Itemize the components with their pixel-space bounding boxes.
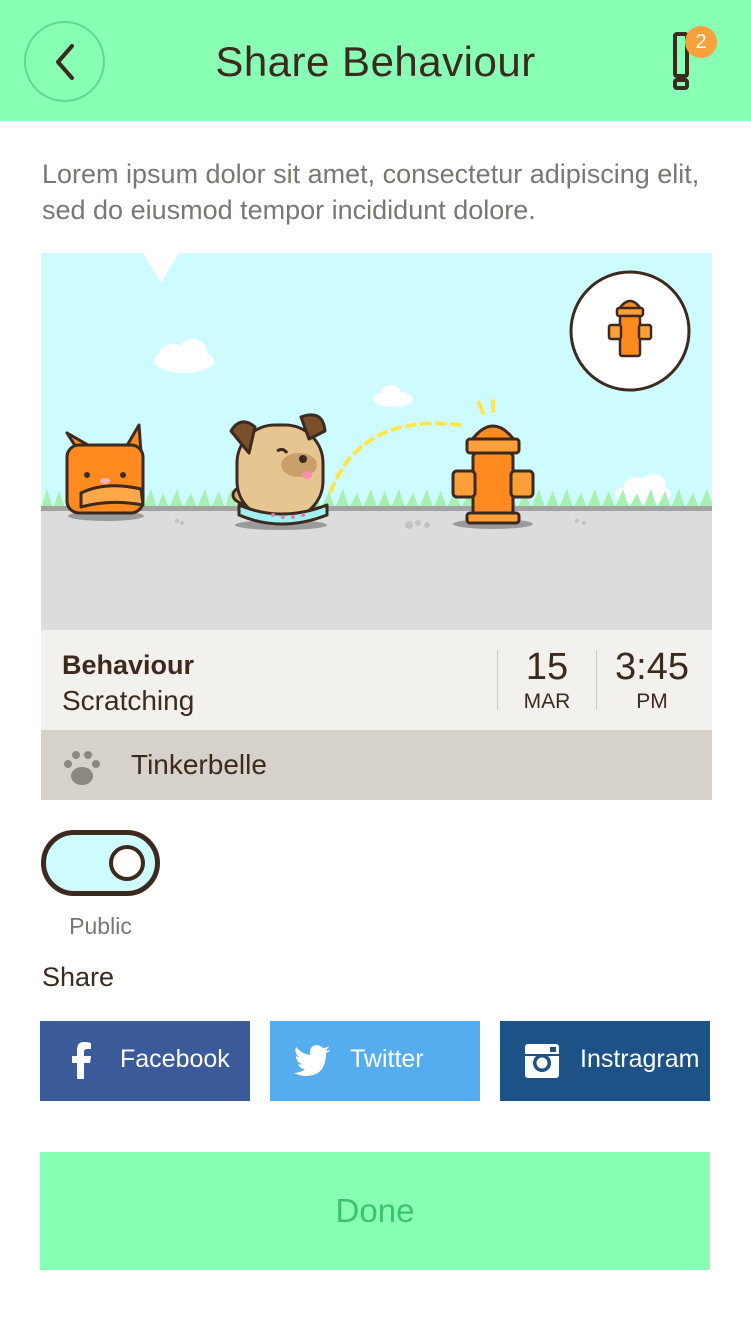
public-label: Public xyxy=(69,913,132,939)
divider xyxy=(497,650,498,710)
instagram-share-button[interactable]: Instragram xyxy=(500,1021,710,1101)
behaviour-info: Behaviour Scratching 15 MAR 3:45 PM xyxy=(41,630,712,730)
twitter-share-button[interactable]: Twitter xyxy=(270,1021,480,1101)
behaviour-card: Behaviour Scratching 15 MAR 3:45 PM Tink… xyxy=(41,253,712,800)
toggle-knob xyxy=(109,845,145,881)
page-title: Share Behaviour xyxy=(215,38,536,85)
time-period: PM xyxy=(636,690,668,713)
time-value: 3:45 xyxy=(615,646,689,688)
instagram-icon xyxy=(525,1044,559,1078)
date-month: MAR xyxy=(523,690,571,713)
twitter-label: Twitter xyxy=(350,1045,424,1073)
share-label: Share xyxy=(42,962,115,992)
date-day: 15 xyxy=(525,646,569,688)
facebook-label: Facebook xyxy=(120,1045,230,1073)
speech-notch xyxy=(143,253,179,283)
pet-name: Tinkerbelle xyxy=(131,749,267,780)
done-button[interactable]: Done xyxy=(40,1152,710,1270)
pet-row: Tinkerbelle xyxy=(41,730,712,800)
intro-text: Lorem ipsum dolor sit amet, consectetur … xyxy=(42,159,700,225)
behaviour-label: Behaviour xyxy=(62,650,195,680)
instagram-label: Instragram xyxy=(580,1045,700,1073)
facebook-share-button[interactable]: Facebook xyxy=(40,1021,250,1101)
header-bar: Share Behaviour 2 xyxy=(0,0,751,121)
divider xyxy=(596,650,597,710)
public-toggle[interactable] xyxy=(41,830,160,896)
behaviour-illustration xyxy=(41,253,712,630)
twitter-icon xyxy=(294,1045,330,1076)
notification-badge: 2 xyxy=(685,26,717,58)
facebook-icon xyxy=(72,1042,91,1079)
paw-icon xyxy=(64,751,100,785)
behaviour-value: Scratching xyxy=(62,685,195,716)
